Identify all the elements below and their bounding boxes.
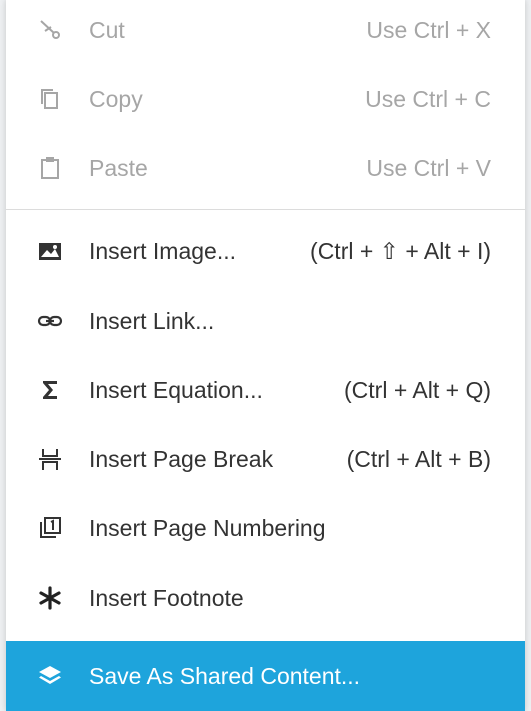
menu-item-shortcut: Use Ctrl + X [366,16,491,43]
menu-item-label: Cut [89,16,125,43]
clipboard-icon [36,154,64,182]
menu-item-label: Insert Footnote [89,584,244,611]
menu-item-insert-footnote[interactable]: Insert Footnote [6,567,525,629]
asterisk-icon [36,584,64,612]
context-menu: Cut Use Ctrl + X Copy Use Ctrl + C Paste… [6,0,525,711]
menu-item-insert-page-numbering[interactable]: Insert Page Numbering [6,497,525,559]
menu-separator [6,209,525,210]
menu-item-shortcut: Use Ctrl + C [365,85,491,112]
copy-icon [36,85,64,113]
layers-icon [36,662,64,690]
image-icon [36,237,64,265]
sigma-icon [36,376,64,404]
menu-item-label: Insert Page Break [89,445,274,472]
menu-item-insert-page-break[interactable]: Insert Page Break (Ctrl + Alt + B) [6,428,525,490]
menu-item-insert-image[interactable]: Insert Image... (Ctrl + ⇧ + Alt + I) [6,220,525,282]
menu-item-shortcut: Use Ctrl + V [366,154,491,181]
menu-item-label: Save As Shared Content... [89,662,361,689]
menu-item-shortcut: (Ctrl + Alt + Q) [344,376,491,403]
menu-item-label: Insert Page Numbering [89,514,326,541]
menu-item-label: Insert Image... [89,237,237,264]
menu-item-save-as-shared-content[interactable]: Save As Shared Content... [6,641,525,711]
page-number-icon [36,514,64,542]
menu-item-shortcut: (Ctrl + ⇧ + Alt + I) [310,237,491,264]
page-break-icon [36,445,64,473]
menu-item-label: Insert Link... [89,307,215,334]
link-icon [36,307,64,335]
menu-item-label: Insert Equation... [89,376,263,403]
menu-item-paste[interactable]: Paste Use Ctrl + V [6,138,525,198]
menu-item-shortcut: (Ctrl + Alt + B) [346,445,491,472]
menu-item-label: Paste [89,154,148,181]
menu-item-copy[interactable]: Copy Use Ctrl + C [6,69,525,129]
menu-item-insert-equation[interactable]: Insert Equation... (Ctrl + Alt + Q) [6,359,525,421]
scissors-icon [36,16,64,44]
menu-item-insert-link[interactable]: Insert Link... [6,290,525,352]
menu-item-label: Copy [89,85,143,112]
menu-item-cut[interactable]: Cut Use Ctrl + X [6,0,525,60]
